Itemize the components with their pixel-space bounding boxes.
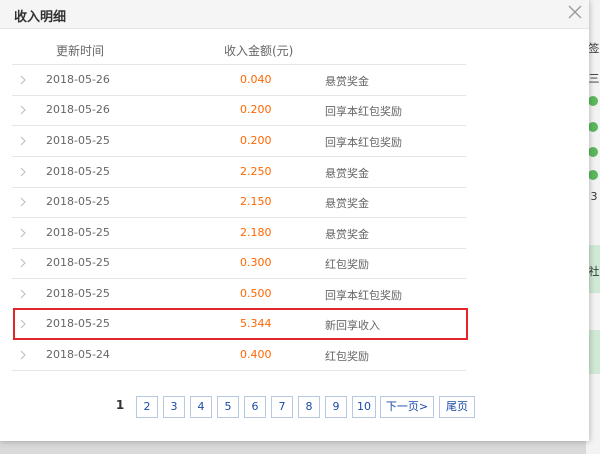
row-description: 回享本红包奖励 [325,105,402,118]
table-row[interactable]: 2018-05-25 2.180 悬赏奖金 [12,218,466,249]
row-description: 悬赏奖金 [325,197,369,210]
close-icon[interactable] [566,3,584,21]
row-date: 2018-05-24 [46,348,110,361]
row-description: 红包奖励 [325,258,369,271]
row-date: 2018-05-25 [46,226,110,239]
chevron-right-icon [20,350,26,360]
row-amount: 0.500 [240,287,272,300]
income-detail-dialog: 收入明细 更新时间 收入金额(元) 2018-05-26 0.040 悬赏奖金 … [0,0,589,441]
background-green-dot-icon [588,170,598,180]
table-row[interactable]: 2018-05-26 0.040 悬赏奖金 [12,64,466,96]
background-text: 三 [588,72,600,85]
page-link[interactable]: 10 [352,396,376,418]
page-link[interactable]: 7 [271,396,293,418]
table-row[interactable]: 2018-05-25 0.300 红包奖励 [12,248,466,279]
chevron-right-icon [20,258,26,268]
next-page-button[interactable]: 下一页> [380,396,434,418]
row-amount: 0.200 [240,134,272,147]
page-link[interactable]: 8 [298,396,320,418]
row-amount: 0.200 [240,103,272,116]
table-row[interactable]: 2018-05-24 0.400 红包奖励 [12,340,466,371]
row-date: 2018-05-25 [46,195,110,208]
row-amount: 0.400 [240,348,272,361]
row-date: 2018-05-25 [46,134,110,147]
chevron-right-icon [20,228,26,238]
background-green-dot-icon [588,96,598,106]
row-date: 2018-05-26 [46,103,110,116]
background-text: 3 [590,190,598,203]
table-row[interactable]: 2018-05-25 0.200 回享本红包奖励 [12,126,466,157]
row-date: 2018-05-25 [46,165,110,178]
row-date: 2018-05-26 [46,73,110,86]
page-link[interactable]: 9 [325,396,347,418]
column-header-amount: 收入金额(元) [224,44,294,58]
page-link[interactable]: 2 [136,396,158,418]
row-amount: 2.250 [240,165,272,178]
dialog-title: 收入明细 [14,10,67,25]
background-text: 签 [588,42,600,55]
page-link[interactable]: 6 [244,396,266,418]
chevron-right-icon [20,105,26,115]
chevron-right-icon [20,136,26,146]
chevron-right-icon [20,289,26,299]
row-date: 2018-05-25 [46,256,110,269]
table-row[interactable]: 2018-05-26 0.200 回享本红包奖励 [12,95,466,126]
row-description: 红包奖励 [325,350,369,363]
row-amount: 0.300 [240,256,272,269]
table-row[interactable]: 2018-05-25 2.250 悬赏奖金 [12,157,466,188]
row-date: 2018-05-25 [46,287,110,300]
row-description: 悬赏奖金 [325,75,369,88]
table-row[interactable]: 2018-05-25 0.500 回享本红包奖励 [12,279,466,310]
row-description: 回享本红包奖励 [325,289,402,302]
chevron-right-icon [20,197,26,207]
table-row[interactable]: 2018-05-25 2.150 悬赏奖金 [12,187,466,218]
row-amount: 0.040 [240,73,272,86]
last-page-button[interactable]: 尾页 [439,396,475,418]
background-green-dot-icon [588,122,598,132]
dialog-header: 收入明细 [0,0,589,29]
page-link[interactable]: 4 [190,396,212,418]
page-link[interactable]: 3 [163,396,185,418]
column-header-time: 更新时间 [56,44,105,58]
page-current: 1 [115,398,125,412]
chevron-right-icon [20,167,26,177]
row-description: 回享本红包奖励 [325,136,402,149]
row-amount: 2.180 [240,226,272,239]
row-amount: 2.150 [240,195,272,208]
row-description: 悬赏奖金 [325,167,369,180]
row-description: 悬赏奖金 [325,228,369,241]
background-text: 社 [588,265,600,278]
page-link[interactable]: 5 [217,396,239,418]
chevron-right-icon [20,75,26,85]
background-green-dot-icon [588,147,598,157]
highlight-box [13,308,468,340]
